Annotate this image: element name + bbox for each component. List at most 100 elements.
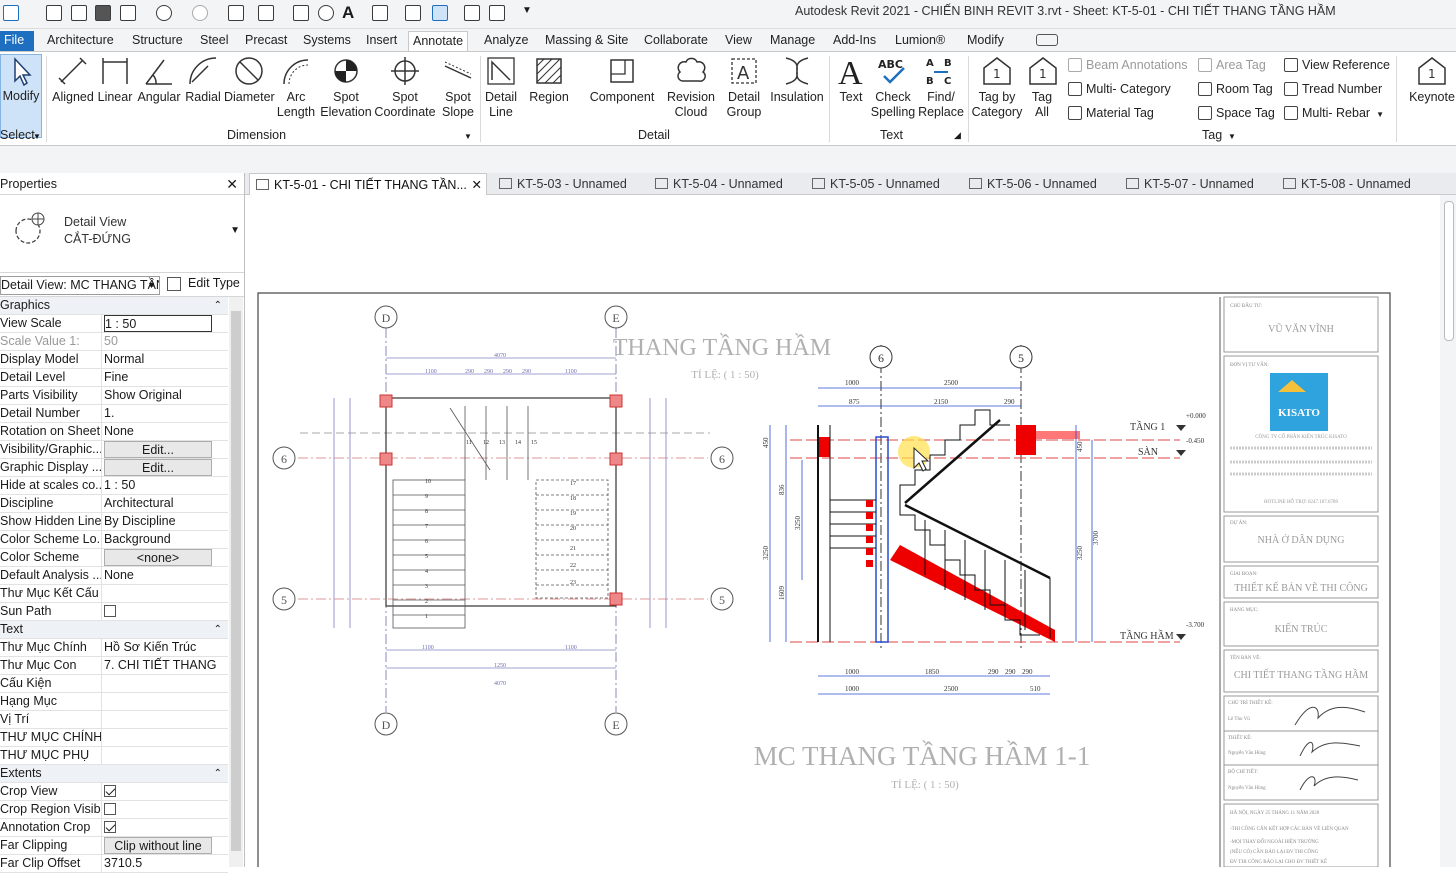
3d-view-icon[interactable] xyxy=(372,5,388,21)
sync-icon[interactable] xyxy=(120,5,136,21)
find-replace-button[interactable]: ABBC Find/Replace xyxy=(916,54,966,120)
new-icon[interactable] xyxy=(46,5,62,21)
view-reference-button[interactable]: View Reference xyxy=(1282,56,1390,74)
prop-thu-muc-con[interactable]: Thư Mục Con 7. CHI TIẾT THANG xyxy=(0,657,228,675)
open-icon[interactable] xyxy=(71,5,87,21)
prop-rotation-on-sheet[interactable]: Rotation on Sheet None xyxy=(0,423,228,441)
material-tag-button[interactable]: Material Tag xyxy=(1066,104,1154,122)
space-tag-button[interactable]: Space Tag xyxy=(1196,104,1275,122)
doc-tab-kt-5-05[interactable]: KT-5-05 - Unnamed xyxy=(806,173,940,195)
group-graphics[interactable]: Graphics ⌃ xyxy=(0,297,228,315)
undo-icon[interactable] xyxy=(156,5,172,21)
tab-file[interactable]: File xyxy=(0,31,34,51)
prop-far-clipping[interactable]: Far Clipping Clip without line xyxy=(0,837,228,855)
prop-thu-muc-chinh[interactable]: Thư Mục Chính Hồ Sơ Kiến Trúc xyxy=(0,639,228,657)
select-chevron-icon[interactable]: ▼ xyxy=(33,132,41,141)
linear-dimension-button[interactable]: Linear xyxy=(96,54,134,105)
aligned-dimension-button[interactable]: Aligned xyxy=(50,54,96,105)
prop-vi-tri[interactable]: Vị Trí xyxy=(0,711,228,729)
prop-hide-at-scales[interactable]: Hide at scales co... 1 : 50 xyxy=(0,477,228,495)
tab-manage[interactable]: Manage xyxy=(766,31,819,51)
sheet-drawing[interactable]: D E D E 6 6 5 5 THANG TẦNG HẦM TỈ LỆ: ( … xyxy=(245,195,1440,873)
visibility-edit-button[interactable]: Edit... xyxy=(104,441,212,458)
check-spelling-button[interactable]: ABC Check Spelling xyxy=(870,54,916,120)
tab-collaborate[interactable]: Collaborate xyxy=(640,31,712,51)
edit-type-button[interactable]: Edit Type xyxy=(188,276,240,290)
multi-category-button[interactable]: Multi- Category xyxy=(1066,80,1171,98)
tag-all-button[interactable]: 1 Tag All xyxy=(1026,54,1058,120)
beam-annotations-button[interactable]: Beam Annotations xyxy=(1066,56,1187,74)
prop-thu-muc-ket-cau[interactable]: Thư Mục Kết Cấu xyxy=(0,585,228,603)
prop-view-scale[interactable]: View Scale 1 : 50 xyxy=(0,315,228,333)
measure-icon[interactable] xyxy=(258,5,274,21)
prop-thu-muc-phu[interactable]: THƯ MỤC PHỤ xyxy=(0,747,228,765)
redo-icon[interactable] xyxy=(192,5,208,21)
sun-path-checkbox[interactable] xyxy=(104,605,116,617)
text-panel-launcher-icon[interactable]: ◢ xyxy=(954,130,961,141)
section-view[interactable]: 6 5 1000 2500 875 2150 290 1000 1850 290… xyxy=(754,345,1206,791)
prop-detail-number[interactable]: Detail Number 1. xyxy=(0,405,228,423)
text-icon[interactable]: A xyxy=(342,3,354,23)
prop-hang-muc[interactable]: Hạng Mục xyxy=(0,693,228,711)
prop-color-scheme-location[interactable]: Color Scheme Lo... Background xyxy=(0,531,228,549)
properties-scrollbar[interactable] xyxy=(229,297,243,867)
dimension-panel-chevron-icon[interactable]: ▼ xyxy=(464,132,472,141)
type-selector-chevron-icon[interactable]: ▼ xyxy=(230,225,240,236)
spot-elevation-button[interactable]: Spot Elevation xyxy=(320,54,372,120)
tag-panel-chevron-icon[interactable]: ▼ xyxy=(1228,132,1236,141)
doc-tab-kt-5-07[interactable]: KT-5-07 - Unnamed xyxy=(1120,173,1254,195)
view-scale-field[interactable]: 1 : 50 xyxy=(104,315,212,332)
collapse-icon[interactable]: ⌃ xyxy=(214,621,222,638)
collapse-icon[interactable]: ⌃ xyxy=(214,765,222,782)
prop-thu-muc-chinh-caps[interactable]: THƯ MỤC CHÍNH xyxy=(0,729,228,747)
navigation-bar[interactable] xyxy=(1444,201,1454,341)
prop-display-model[interactable]: Display Model Normal xyxy=(0,351,228,369)
tab-steel[interactable]: Steel xyxy=(196,31,233,51)
doc-tab-kt-5-01[interactable]: KT-5-01 - CHI TIẾT THANG TẦN... ✕ xyxy=(249,173,487,195)
text-button[interactable]: A Text xyxy=(832,54,870,105)
tread-number-button[interactable]: Tread Number xyxy=(1282,80,1382,98)
tab-massing-site[interactable]: Massing & Site xyxy=(541,31,632,51)
tab-modify[interactable]: Modify xyxy=(963,31,1008,51)
tab-structure[interactable]: Structure xyxy=(128,31,187,51)
tab-precast[interactable]: Precast xyxy=(241,31,291,51)
close-icon[interactable]: ✕ xyxy=(226,173,238,195)
color-scheme-button[interactable]: <none> xyxy=(104,549,212,566)
instance-filter-dropdown[interactable]: Detail View: MC THANG TẦN ▼ xyxy=(0,276,160,295)
graphic-display-edit-button[interactable]: Edit... xyxy=(104,459,212,476)
prop-show-hidden-lines[interactable]: Show Hidden Lines By Discipline xyxy=(0,513,228,531)
tab-lumion[interactable]: Lumion® xyxy=(891,31,949,51)
prop-crop-view[interactable]: Crop View xyxy=(0,783,228,801)
thin-lines-icon[interactable] xyxy=(432,5,448,21)
tab-view[interactable]: View xyxy=(721,31,756,51)
panel-tag-label[interactable]: Tag xyxy=(1202,128,1222,142)
group-extents[interactable]: Extents ⌃ xyxy=(0,765,228,783)
ribbon-display-toggle-icon[interactable] xyxy=(1036,34,1058,46)
close-tab-icon[interactable]: ✕ xyxy=(472,174,482,196)
far-clipping-button[interactable]: Clip without line xyxy=(104,837,212,854)
keynote-button[interactable]: 1 Keynote xyxy=(1408,54,1456,105)
panel-dimension-label[interactable]: Dimension xyxy=(227,128,286,142)
section-icon[interactable] xyxy=(405,5,421,21)
tag-icon[interactable] xyxy=(318,5,334,21)
collapse-icon[interactable]: ⌃ xyxy=(214,297,222,314)
prop-far-clip-offset[interactable]: Far Clip Offset 3710.5 xyxy=(0,855,228,873)
tab-architecture[interactable]: Architecture xyxy=(43,31,118,51)
revision-cloud-button[interactable]: Revision Cloud xyxy=(666,54,716,120)
modify-button[interactable]: Modify xyxy=(0,54,42,138)
aligned-dimension-icon[interactable] xyxy=(293,5,309,21)
doc-tab-kt-5-08[interactable]: KT-5-08 - Unnamed xyxy=(1277,173,1411,195)
prop-parts-visibility[interactable]: Parts Visibility Show Original xyxy=(0,387,228,405)
group-text[interactable]: Text ⌃ xyxy=(0,621,228,639)
multi-rebar-button[interactable]: Multi- Rebar ▼ xyxy=(1282,104,1384,122)
drawing-canvas[interactable]: D E D E 6 6 5 5 THANG TẦNG HẦM TỈ LỆ: ( … xyxy=(245,195,1440,873)
type-selector[interactable]: Detail View CẮT-ĐỨNG ▼ xyxy=(0,195,244,273)
prop-visibility-graphics[interactable]: Visibility/Graphic... Edit... xyxy=(0,441,228,459)
save-icon[interactable] xyxy=(95,5,111,21)
customize-qat-icon[interactable]: ▼ xyxy=(522,5,532,16)
room-tag-button[interactable]: Room Tag xyxy=(1196,80,1273,98)
region-button[interactable]: Region xyxy=(526,54,572,105)
area-tag-button[interactable]: Area Tag xyxy=(1196,56,1266,74)
tab-analyze[interactable]: Analyze xyxy=(480,31,532,51)
crop-region-checkbox[interactable] xyxy=(104,803,116,815)
